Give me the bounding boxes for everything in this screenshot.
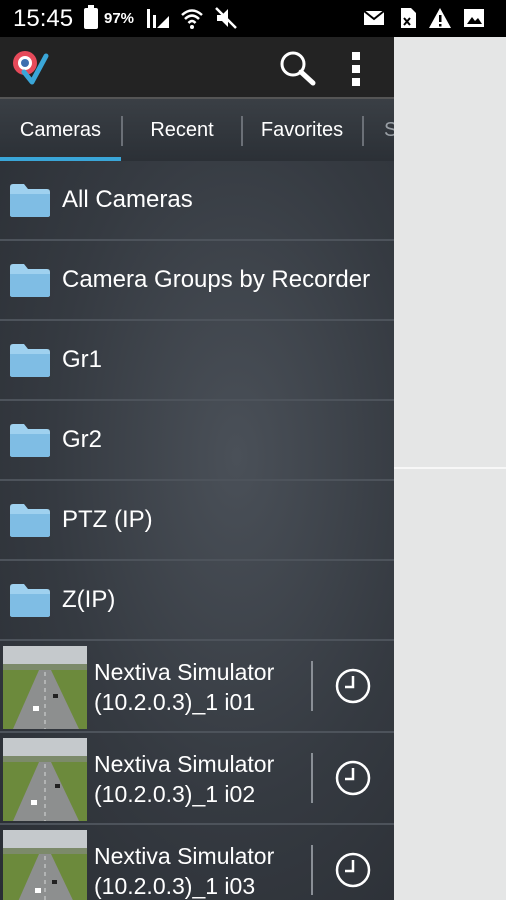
camera-name: Nextiva Simulator [94, 843, 275, 869]
clock-icon[interactable] [334, 759, 372, 797]
folder-icon [10, 584, 50, 617]
image-icon [464, 9, 484, 27]
camera-row-i03[interactable]: Nextiva Simulator (10.2.0.3)_1 i03 [0, 825, 394, 900]
folder-icon [10, 424, 50, 457]
camera-name: Nextiva Simulator [94, 751, 275, 777]
folder-icon [10, 504, 50, 537]
camera-label: Nextiva Simulator (10.2.0.3)_1 i03 [94, 841, 304, 900]
camera-thumbnail [3, 738, 87, 821]
camera-thumbnail [3, 830, 87, 900]
signal-icon [147, 9, 169, 28]
folder-label: PTZ (IP) [62, 506, 153, 533]
folder-row-all-cameras[interactable]: All Cameras [0, 161, 394, 241]
folder-label: Gr1 [62, 346, 103, 373]
tab-recent[interactable]: Recent [123, 99, 241, 161]
folder-row-ptz-ip[interactable]: PTZ (IP) [0, 481, 394, 561]
mail-icon [363, 10, 385, 25]
folder-row-z-ip[interactable]: Z(IP) [0, 561, 394, 641]
document-icon [401, 8, 416, 28]
row-divider [311, 753, 313, 803]
app-bar [0, 37, 394, 97]
tab-overflow[interactable]: S [384, 99, 394, 161]
wifi-icon [181, 9, 203, 29]
clock-icon[interactable] [334, 667, 372, 705]
camera-label: Nextiva Simulator (10.2.0.3)_1 i01 [94, 657, 304, 717]
battery-icon [84, 5, 98, 29]
tab-divider [362, 116, 364, 146]
folder-icon [10, 184, 50, 217]
background-panel[interactable] [394, 37, 506, 900]
camera-address: (10.2.0.3)_1 i03 [94, 873, 256, 899]
tab-bar: Cameras Recent Favorites S [0, 97, 394, 161]
folder-icon [10, 264, 50, 297]
folder-label: Z(IP) [62, 586, 116, 613]
camera-address: (10.2.0.3)_1 i01 [94, 689, 256, 715]
row-divider [311, 661, 313, 711]
tab-cameras[interactable]: Cameras [0, 99, 121, 161]
folder-label: Camera Groups by Recorder [62, 266, 371, 293]
folder-row-camera-groups-by-recorder[interactable]: Camera Groups by Recorder [0, 241, 394, 321]
camera-label: Nextiva Simulator (10.2.0.3)_1 i02 [94, 749, 304, 809]
folder-label: All Cameras [62, 186, 193, 213]
status-bar: 15:45 97% [0, 0, 506, 37]
more-vert-icon[interactable] [343, 50, 369, 88]
camera-row-i02[interactable]: Nextiva Simulator (10.2.0.3)_1 i02 [0, 733, 394, 825]
camera-list: All Cameras Camera Groups by Recorder Gr… [0, 161, 394, 900]
battery-percent: 97% [104, 10, 135, 27]
tab-favorites[interactable]: Favorites [243, 99, 361, 161]
warning-icon [429, 8, 451, 28]
folder-row-gr2[interactable]: Gr2 [0, 401, 394, 481]
status-time: 15:45 [13, 5, 74, 32]
camera-row-i01[interactable]: Nextiva Simulator (10.2.0.3)_1 i01 [0, 641, 394, 733]
camera-name: Nextiva Simulator [94, 659, 275, 685]
app-logo-icon[interactable] [10, 48, 50, 88]
row-divider [311, 845, 313, 895]
mute-icon [215, 7, 237, 29]
folder-label: Gr2 [62, 426, 103, 453]
clock-icon[interactable] [334, 851, 372, 889]
folder-row-gr1[interactable]: Gr1 [0, 321, 394, 401]
folder-icon [10, 344, 50, 377]
camera-thumbnail [3, 646, 87, 729]
camera-address: (10.2.0.3)_1 i02 [94, 781, 256, 807]
search-icon[interactable] [278, 50, 316, 86]
